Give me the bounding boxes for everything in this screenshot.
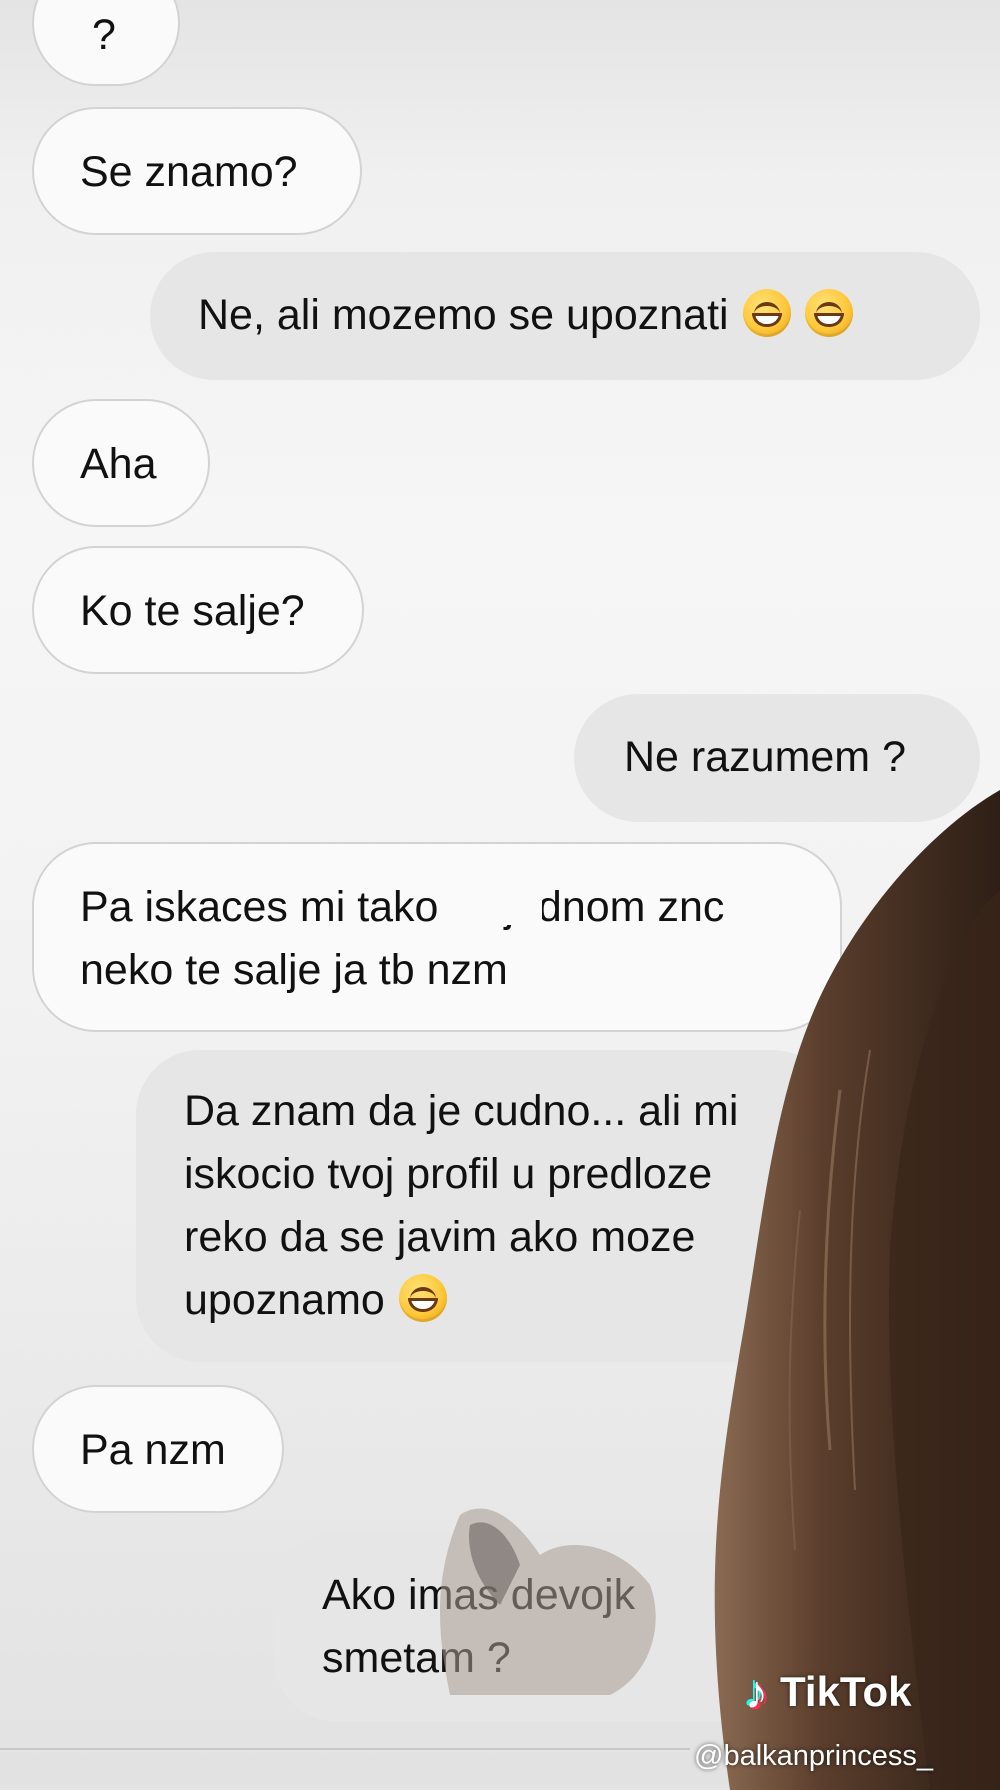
message-text: upoznamo (184, 1276, 385, 1324)
message-text: Pa iskaces mi tako (80, 883, 439, 931)
message-incoming[interactable]: Aha (32, 399, 210, 527)
censor-patch (488, 867, 542, 925)
grinning-face-icon (398, 1274, 447, 1322)
tiktok-note-icon: ♪ (745, 1666, 768, 1718)
message-outgoing[interactable]: Da znam da je cudno... ali mi iskocio tv… (136, 1050, 836, 1362)
message-incoming[interactable]: ? (32, 0, 180, 86)
message-incoming[interactable]: Ko te salje? (32, 546, 364, 674)
message-text: neko te salje ja tb nzm (80, 946, 508, 994)
message-text: iskocio tvoj profil u predloze (184, 1150, 713, 1198)
message-text: reko da se javim ako moze (184, 1213, 696, 1261)
tiktok-watermark: ♪ TikTok (745, 1665, 911, 1719)
grinning-face-icon (742, 289, 791, 337)
message-text: Pa nzm (80, 1426, 226, 1474)
message-text: Aha (80, 440, 157, 488)
chat-thread: ? Se znamo? Ne, ali mozemo se upoznati A… (0, 0, 1000, 1785)
watermark-brand: TikTok (780, 1668, 912, 1715)
message-text: ? (92, 11, 116, 59)
watermark-handle: @balkanprincess_ (694, 1740, 934, 1772)
message-incoming[interactable]: Pa iskaces mi tako jednom znc neko te sal… (32, 842, 842, 1032)
message-text: Ako imas devojk (322, 1571, 636, 1619)
message-incoming[interactable]: Se znamo? (32, 107, 362, 235)
message-outgoing[interactable]: Ne razumem ? (574, 694, 980, 822)
message-incoming[interactable]: Pa nzm (32, 1385, 284, 1513)
composer-divider (0, 1748, 690, 1750)
message-text: Ko te salje? (80, 587, 305, 635)
message-text: Da znam da je cudno... ali mi (184, 1087, 739, 1135)
message-text: Ne, ali mozemo se upoznati (198, 291, 729, 339)
message-text: Ne razumem ? (624, 733, 906, 781)
message-outgoing[interactable]: Ne, ali mozemo se upoznati (150, 252, 980, 380)
message-text: Se znamo? (80, 148, 298, 196)
grinning-face-icon (804, 289, 853, 337)
